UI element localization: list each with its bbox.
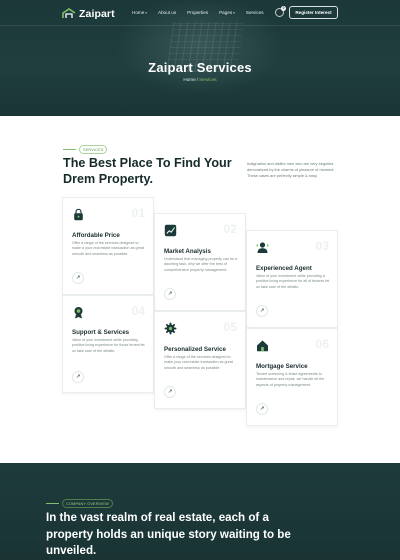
cart-count-badge: 0	[281, 6, 286, 11]
breadcrumb-separator: /	[196, 77, 198, 82]
card-number: 04	[131, 304, 145, 318]
overview-tag: COMPANY OVERVIEW	[62, 499, 113, 508]
card-text: Understand that managing property can be…	[164, 257, 238, 272]
breadcrumb: Home/Services	[0, 77, 400, 82]
card-text: Value of your investment while providing…	[256, 274, 330, 289]
nav-label: Pages	[219, 10, 233, 15]
card-title: Experienced Agent	[256, 265, 312, 272]
arrow-icon[interactable]: ↗	[256, 305, 268, 317]
card-title: Affordable Price	[72, 232, 120, 239]
services-heading: The Best Place To Find Your Drem Propert…	[63, 156, 232, 186]
tag-divider	[63, 149, 76, 150]
card-number: 02	[223, 222, 237, 236]
chevron-down-icon: ▾	[233, 11, 235, 15]
nav-label: Properties	[187, 10, 209, 15]
hero-banner: Zaipart Home▾ About us Properties Pages▾…	[0, 0, 400, 116]
nav-label: About us	[158, 10, 177, 15]
card-text: Value of your investment while providing…	[72, 338, 145, 353]
arrow-icon[interactable]: ↗	[256, 403, 268, 415]
card-number: 06	[315, 337, 329, 351]
card-title: Personalized Service	[164, 346, 226, 353]
award-icon	[74, 307, 83, 319]
logo-text: Zaipart	[79, 7, 115, 20]
nav-item-services[interactable]: Services	[246, 10, 264, 15]
logo[interactable]: Zaipart	[62, 7, 115, 20]
breadcrumb-home-link[interactable]: Home	[183, 77, 195, 82]
register-interest-button[interactable]: Register Interest	[289, 6, 338, 19]
card-number: 05	[223, 320, 237, 334]
card-text: Tenant screening & lease agreements to m…	[256, 372, 325, 387]
logo-house-icon	[62, 8, 76, 18]
card-title: Support & Services	[72, 329, 130, 336]
nav-item-about-us[interactable]: About us	[158, 10, 176, 15]
card-number: 03	[315, 239, 329, 253]
card-title: Mortgage Service	[256, 363, 308, 370]
top-navbar: Zaipart Home▾ About us Properties Pages▾…	[0, 0, 400, 26]
nav-item-home[interactable]: Home▾	[132, 10, 147, 15]
nav-label: Home	[132, 10, 145, 15]
card-number: 01	[131, 206, 145, 220]
card-text: Offer a range of the services designed t…	[164, 355, 233, 370]
card-text: Offer a range of the services designed t…	[72, 241, 144, 256]
overview-heading: In the vast realm of real estate, each o…	[46, 511, 291, 557]
service-card-affordable-price: 01 Affordable Price Offer a range of the…	[62, 197, 154, 295]
page-title: Zaipart Services	[148, 60, 252, 75]
lock-icon	[74, 208, 83, 221]
chevron-down-icon: ▾	[145, 11, 148, 15]
nav-item-pages[interactable]: Pages▾	[219, 10, 235, 15]
breadcrumb-current: Services	[198, 77, 217, 82]
card-title: Market Analysis	[164, 248, 211, 255]
company-overview-section: COMPANY OVERVIEW In the vast realm of re…	[0, 463, 400, 560]
main-nav: Home▾ About us Properties Pages▾ Service…	[132, 10, 264, 15]
services-description: Indignation and dislike men who are very…	[247, 161, 335, 178]
arrow-icon[interactable]: ↗	[164, 386, 176, 398]
service-card-support-services: 04 Support & Services Value of your inve…	[62, 295, 154, 393]
overview-tag-row: COMPANY OVERVIEW	[46, 499, 113, 508]
services-tag-row: SERVICES	[63, 145, 108, 154]
nav-item-properties[interactable]: Properties	[187, 10, 208, 15]
house-icon	[257, 340, 268, 352]
agent-icon	[256, 242, 269, 253]
chart-icon	[164, 224, 177, 237]
service-card-mortgage-service: 06 Mortgage Service Tenant screening & l…	[246, 328, 338, 426]
service-card-personalized-service: 05 Personalized Service Offer a range of…	[154, 311, 246, 409]
arrow-icon[interactable]: ↗	[164, 288, 176, 300]
arrow-icon[interactable]: ↗	[72, 272, 84, 284]
arrow-icon[interactable]: ↗	[72, 371, 84, 383]
service-card-market-analysis: 02 Market Analysis Understand that manag…	[154, 213, 246, 311]
nav-label: Services	[245, 10, 264, 15]
service-card-experienced-agent: 03 Experienced Agent Value of your inves…	[246, 230, 338, 328]
tag-divider	[46, 503, 59, 504]
services-tag: SERVICES	[79, 145, 108, 154]
gear-icon	[164, 322, 177, 335]
